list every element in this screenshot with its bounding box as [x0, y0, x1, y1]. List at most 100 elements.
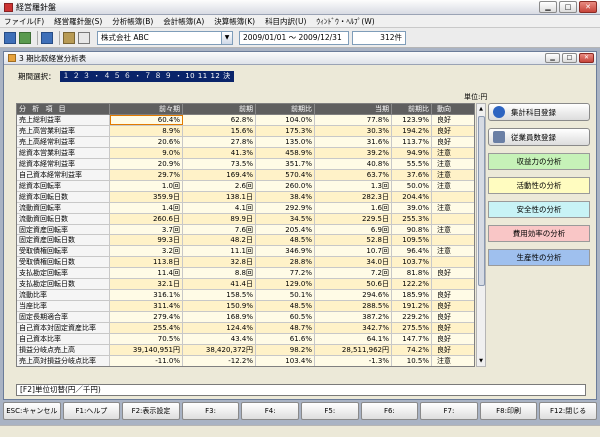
table-row[interactable]: 固定資産回転率 3.7回 7.6回 205.4% 6.9回 90.8% 注意 [17, 224, 474, 236]
menu-settlement-books[interactable]: 決算帳簿(K) [214, 16, 255, 27]
menu-file[interactable]: ファイル(F) [4, 16, 44, 27]
cell-ratio2: 74.2% [392, 345, 432, 355]
table-row[interactable]: 損益分岐点売上高 39,140,951円 38,420,372円 98.2% 28,51… [17, 345, 474, 356]
register-summary-accounts-label: 集計科目登録 [511, 107, 556, 117]
f4-button[interactable]: F4: [241, 402, 299, 420]
cell-prev: 20.9% [110, 158, 183, 169]
table-row[interactable]: 総資本営業利益率 9.0% 41.3% 458.9% 39.2% 94.9% 注意 [17, 147, 474, 159]
f6-button[interactable]: F6: [360, 402, 419, 420]
child-close-button[interactable]: ✕ [579, 53, 594, 63]
unit-toggle-bar[interactable]: [F2]単位切替(円／千円) [16, 384, 586, 396]
cell-ratio1: 38.4% [256, 191, 315, 202]
table-row[interactable]: 総資本回転率 1.0回 2.6回 260.0% 1.3回 50.0% 注意 [17, 180, 474, 192]
f7-button[interactable]: F7: [420, 402, 478, 420]
table-row[interactable]: 当座比率 311.4% 150.9% 48.5% 288.5% 191.2% 良好 [17, 301, 474, 313]
esc-cancel-button[interactable]: ESC:キャンセル [3, 402, 61, 420]
table-row[interactable]: 売上総利益率 60.4% 62.8% 104.0% 77.8% 123.9% 良好 [17, 115, 474, 126]
menu-account-details[interactable]: 科目内訳(U) [265, 16, 306, 27]
cell-prev: 113.8日 [110, 257, 183, 268]
table-row[interactable]: 固定資産回転日数 99.3日 48.2日 48.5% 52.8日 109.5% [17, 235, 474, 247]
f5-button[interactable]: F5: [300, 402, 359, 420]
cell-cur: 27.8% [183, 136, 256, 147]
f12-close-button[interactable]: F12:閉じる [539, 402, 597, 420]
table-row[interactable]: 売上高経常利益率 20.6% 27.8% 135.0% 31.6% 113.7% 良好 [17, 136, 474, 148]
menu-window-help[interactable]: ｳｨﾝﾄﾞｳ・ﾍﾙﾌﾟ(W) [316, 16, 374, 27]
cell-cur: 62.8% [183, 115, 256, 125]
table-row[interactable]: 総資本回転日数 359.9日 138.1日 38.4% 282.3日 204.4% [17, 191, 474, 203]
maximize-button[interactable]: □ [559, 1, 577, 13]
cell-ratio2: 204.4% [392, 191, 432, 202]
table-row[interactable]: 売上高対損益分岐点比率 -11.0% -12.2% 103.4% -1.3% 10.5% 注… [17, 355, 474, 366]
date-range-field[interactable]: 2009/01/01 〜 2009/12/31 [239, 30, 349, 45]
cell-ratio2: 10.5% [392, 355, 432, 366]
analysis-button-3[interactable]: 費用効率の分析 [488, 225, 590, 242]
menu-analysis-books[interactable]: 分析帳簿(B) [112, 16, 153, 27]
cell-cur: 32.8日 [183, 257, 256, 268]
menu-compass[interactable]: 経営羅針盤(S) [54, 16, 102, 27]
f1-help-button[interactable]: F1:ヘルプ [62, 402, 121, 420]
cell-cur2: 1.6回 [315, 202, 392, 213]
open-icon[interactable] [19, 31, 31, 44]
search-icon[interactable] [78, 31, 90, 44]
cell-trend: 良好 [437, 269, 451, 278]
save-icon[interactable] [4, 31, 16, 44]
f3-button[interactable]: F3: [181, 402, 240, 420]
table-row[interactable]: 受取債権回転日数 113.8日 32.8日 28.8% 34.0日 103.7% [17, 257, 474, 269]
child-minimize-button[interactable]: ▁ [545, 53, 560, 63]
table-row[interactable]: 流動資回転日数 260.6日 89.9日 34.5% 229.5日 255.3% [17, 213, 474, 225]
chevron-down-icon[interactable]: ▼ [222, 30, 233, 45]
table-scrollbar[interactable]: ▲ ▼ [476, 103, 486, 367]
cell-ratio1: 570.4% [256, 169, 315, 180]
analysis-button-2[interactable]: 安全性の分析 [488, 201, 590, 218]
cell-cur2: 39.2% [315, 147, 392, 158]
scroll-thumb[interactable] [478, 116, 485, 286]
table-row[interactable]: 支払勘定回転率 11.4回 8.8回 77.2% 7.2回 81.8% 良好 [17, 268, 474, 280]
register-employees-button[interactable]: 従業員数登録 [488, 128, 590, 146]
table-row[interactable]: 固定長期適合率 279.4% 168.9% 60.5% 387.2% 229.2% 良好 [17, 312, 474, 324]
table-row[interactable]: 流動比率 316.1% 158.5% 50.1% 294.6% 185.9% 良好 [17, 290, 474, 302]
cell-item: 当座比率 [17, 301, 110, 312]
tool-icon[interactable] [63, 31, 75, 44]
table-row[interactable]: 受取債権回転率 3.2回 11.1回 346.9% 10.7回 96.4% 注意 [17, 246, 474, 258]
cell-trend [432, 192, 456, 202]
analysis-button-4[interactable]: 生産性の分析 [488, 249, 590, 266]
table-row[interactable]: 自己資本対固定資産比率 255.4% 124.4% 48.7% 342.7% 275.5%… [17, 323, 474, 335]
cell-cur: 169.4% [183, 169, 256, 180]
cell-ratio1: 346.9% [256, 246, 315, 257]
company-select[interactable]: 株式会社 ABC [97, 30, 222, 45]
close-button[interactable]: ✕ [579, 1, 597, 13]
cell-prev: 1.4回 [110, 202, 183, 213]
cell-cur: 168.9% [183, 312, 256, 323]
table-row[interactable]: 売上高営業利益率 8.9% 15.6% 175.3% 30.3% 194.2% 良好 [17, 125, 474, 137]
cell-trend: 良好 [437, 346, 451, 355]
scroll-down-icon[interactable]: ▼ [477, 356, 485, 366]
cell-trend: 良好 [437, 324, 451, 333]
cell-cur: 138.1日 [183, 191, 256, 202]
cell-cur2: 342.7% [315, 323, 392, 334]
table-row[interactable]: 支払勘定回転日数 32.1日 41.4日 129.0% 50.6日 122.2% [17, 279, 474, 291]
f2-display-settings-button[interactable]: F2:表示設定 [122, 402, 180, 420]
table-row[interactable]: 自己資本経常利益率 29.7% 169.4% 570.4% 63.7% 37.6% 注意 [17, 169, 474, 181]
cell-prev: 99.3日 [110, 235, 183, 246]
cell-ratio1: 175.3% [256, 125, 315, 136]
cell-prev: 11.4回 [110, 268, 183, 279]
table-row[interactable]: 流動資回転率 1.4回 4.1回 292.9% 1.6回 39.0% 注意 [17, 202, 474, 214]
cell-ratio2: 123.9% [392, 115, 432, 125]
mail-icon[interactable] [41, 31, 53, 44]
register-summary-accounts-button[interactable]: 集計科目登録 [488, 103, 590, 121]
table-row[interactable]: 総資本経常利益率 20.9% 73.5% 351.7% 40.8% 55.5% 注意 [17, 158, 474, 170]
child-maximize-button[interactable]: □ [562, 53, 577, 63]
f8-print-button[interactable]: F8:印刷 [479, 402, 538, 420]
analysis-button-1[interactable]: 活動性の分析 [488, 177, 590, 194]
cell-item: 総資本回転率 [17, 180, 110, 191]
table-row[interactable]: 自己資本比率 70.5% 43.4% 61.6% 64.1% 147.7% 良好 [17, 334, 474, 346]
minimize-button[interactable]: ▁ [539, 1, 557, 13]
period-months[interactable]: １ ２ ３ ・ ４ ５ ６ ・ ７ ８ ９ ・ 10 11 12 決 [59, 71, 234, 82]
cell-ratio2: 109.5% [392, 235, 432, 246]
scroll-up-icon[interactable]: ▲ [477, 104, 485, 114]
analysis-button-0[interactable]: 収益力の分析 [488, 153, 590, 170]
menu-accounting-books[interactable]: 会計帳簿(A) [163, 16, 204, 27]
cell-trend: 注意 [437, 159, 451, 168]
cell-item: 売上高経常利益率 [17, 136, 110, 147]
cell-prev: 255.4% [110, 323, 183, 334]
